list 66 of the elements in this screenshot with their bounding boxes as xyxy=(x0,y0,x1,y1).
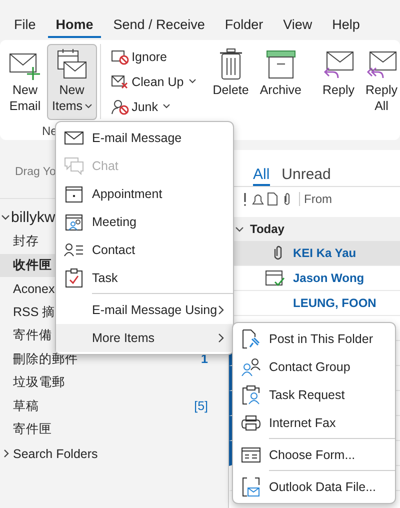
filter-tab[interactable]: Unread xyxy=(282,166,331,184)
data-file-icon xyxy=(242,477,260,497)
clipboard-person-icon xyxy=(242,385,260,405)
ribbon-tab[interactable]: Folder xyxy=(214,14,274,38)
delete-button[interactable]: Delete xyxy=(208,44,254,120)
calendar-icon xyxy=(65,185,83,203)
new-email-button[interactable]: New Email xyxy=(4,44,46,120)
dropdown-caret-icon xyxy=(162,104,170,109)
chevron-icon[interactable] xyxy=(235,224,244,234)
sender-name: Jason Wong xyxy=(293,271,364,285)
junk-icon xyxy=(110,98,129,114)
folder-item[interactable]: 垃圾電郵 xyxy=(0,371,228,394)
chat-bubbles-icon xyxy=(64,157,84,175)
paperclip-icon xyxy=(273,245,283,261)
ribbon-tab[interactable]: Home xyxy=(48,14,102,38)
form-icon xyxy=(241,447,261,463)
folder-count: 1 xyxy=(201,352,208,366)
folder-name: 收件匣 xyxy=(13,256,52,274)
menu-item[interactable]: Task Request xyxy=(233,381,395,409)
ribbon-tab[interactable]: Help xyxy=(322,14,370,38)
ribbon-tab[interactable]: Send / Receive xyxy=(103,14,215,38)
clean-up-button[interactable]: Clean Up xyxy=(106,69,200,94)
folder-name: 寄件匣 xyxy=(13,421,52,438)
ignore-icon xyxy=(110,48,129,64)
envelope-icon xyxy=(64,130,84,146)
folder-count: [5] xyxy=(194,399,208,414)
ignore-button[interactable]: Ignore xyxy=(106,44,200,69)
search-folders-item[interactable]: Search Folders xyxy=(13,446,98,460)
menu-item[interactable]: Internet Fax xyxy=(233,409,395,437)
calendar-check-icon xyxy=(265,269,285,287)
menu-item[interactable]: Meeting xyxy=(56,208,233,236)
chevron-icon[interactable] xyxy=(1,213,10,222)
folder-name: 垃圾電郵 xyxy=(13,374,65,392)
dropdown-caret-icon xyxy=(84,104,92,108)
printer-icon xyxy=(241,415,261,431)
contact-card-icon xyxy=(64,243,84,257)
dropdown-caret-icon xyxy=(188,79,196,84)
menu-item[interactable]: E-mail Message xyxy=(56,124,233,152)
archive-box-icon xyxy=(266,48,296,80)
calendar-envelope-icon xyxy=(56,48,88,80)
document-pin-icon xyxy=(242,329,260,349)
junk-button[interactable]: Junk xyxy=(106,94,200,119)
group-header[interactable]: Today xyxy=(250,222,284,236)
new-items-button[interactable]: New Items xyxy=(47,44,97,120)
sender-name: KEI Ka Yau xyxy=(293,246,356,260)
calendar-people-icon xyxy=(65,213,83,231)
menu-item[interactable]: Contact Group xyxy=(233,353,395,381)
archive-button[interactable]: Archive xyxy=(254,44,307,120)
people-icon xyxy=(241,358,261,376)
from-column-header[interactable]: From xyxy=(299,192,332,206)
clipboard-check-icon xyxy=(65,268,83,288)
ribbon-tab[interactable]: View xyxy=(273,14,322,38)
reply-button[interactable]: Reply xyxy=(318,44,360,120)
reply-all-button[interactable]: Reply All xyxy=(360,44,400,120)
chevron-icon[interactable] xyxy=(2,449,11,458)
clean-up-icon xyxy=(110,74,129,90)
ribbon-tab[interactable]: File xyxy=(4,14,46,38)
sender-name: LEUNG, FOON xyxy=(293,296,376,310)
folder-item[interactable]: 寄件匣 xyxy=(0,418,228,442)
folder-item[interactable]: 草稿 [5] xyxy=(0,394,228,418)
menu-item[interactable]: Post in This Folder xyxy=(233,325,395,353)
folder-name: 草稿 xyxy=(13,398,39,415)
menu-item[interactable]: More Items xyxy=(56,324,233,352)
account-name[interactable]: billykw xyxy=(11,209,56,226)
filter-tab[interactable]: All xyxy=(253,166,270,186)
trash-icon xyxy=(218,48,244,80)
